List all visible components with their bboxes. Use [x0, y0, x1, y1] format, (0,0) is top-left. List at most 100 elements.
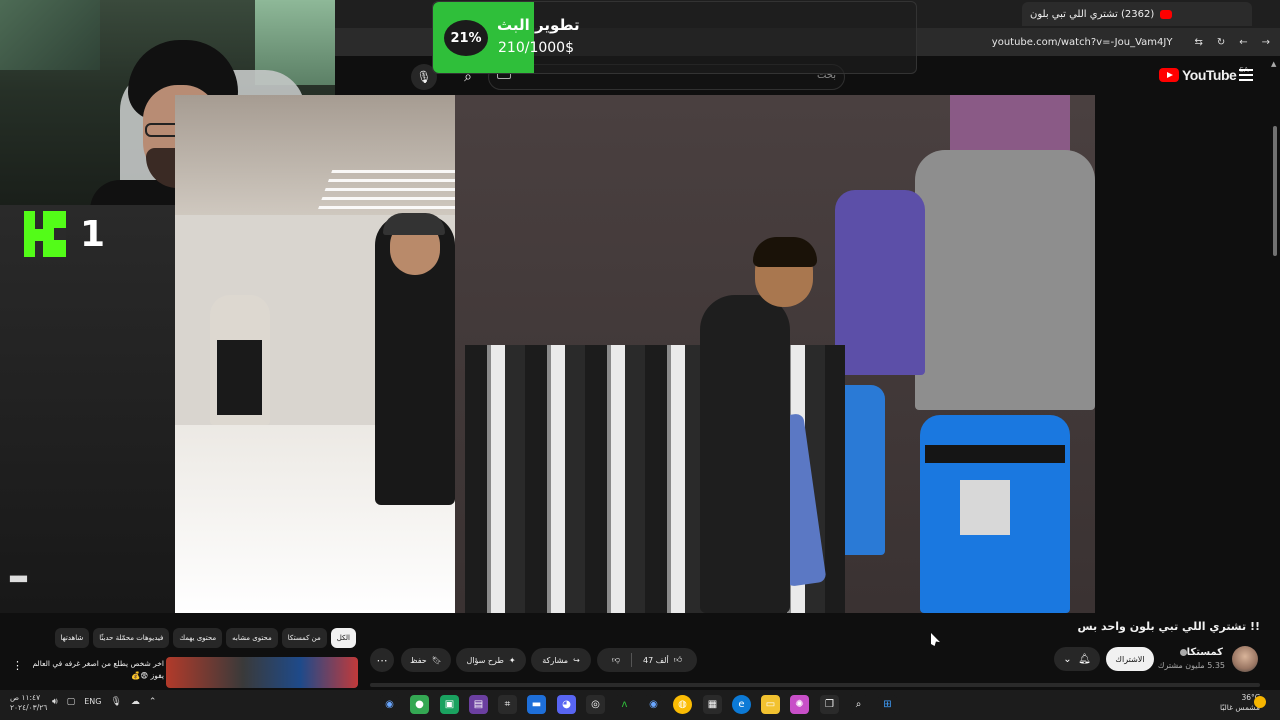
filter-chip[interactable]: شاهدتها [54, 628, 90, 648]
more-actions-button[interactable]: ⋯ [370, 648, 394, 672]
recommended-video-thumbnail[interactable] [166, 657, 358, 688]
capcut-icon[interactable]: ⌗ [498, 695, 517, 714]
stream-goal-title: تطوير البث [497, 16, 580, 34]
menu-icon[interactable] [1239, 69, 1253, 81]
media-app-icon[interactable]: ▤ [469, 695, 488, 714]
subscribe-button[interactable]: الاشتراك [1106, 647, 1154, 671]
sun-icon [1254, 696, 1266, 708]
ask-button[interactable]: طرح سؤال ✦ [456, 648, 526, 672]
clock-date: ٢٠٢٤/٠٣/٢٦ [10, 703, 48, 712]
screen: + ✕ ◐ (2362) تشتري اللي تبي بلون youtube… [0, 0, 1280, 720]
sparkle-icon: ✦ [508, 655, 516, 665]
cloud-icon[interactable]: ☁ [131, 697, 140, 707]
page-scrollbar[interactable] [1270, 56, 1280, 696]
copilot-icon[interactable]: ✺ [790, 695, 809, 714]
filter-chip[interactable]: محتوى يهمك [173, 628, 223, 648]
share-icon: ↪ [573, 655, 580, 665]
video-player[interactable] [175, 95, 1095, 613]
input-language[interactable]: ENG [84, 697, 101, 707]
mouse-cursor-icon [931, 633, 940, 646]
background-shopper-legs [217, 340, 262, 415]
channel-name[interactable]: كمستكا [1177, 647, 1223, 658]
like-count[interactable]: 47 ألف [643, 656, 669, 665]
webcam-background [0, 0, 100, 70]
network-icon[interactable]: ▢ [67, 697, 76, 707]
youtube-play-icon [1159, 68, 1179, 82]
kebab-menu-icon[interactable]: ⋮ [12, 659, 23, 672]
stream-goal-amount: 210/1000$ [498, 40, 574, 56]
edge-icon[interactable]: e [732, 695, 751, 714]
subscriber-count: 5.35 مليون مشترك [1157, 661, 1225, 670]
tune-icon[interactable]: ⇆ [1194, 37, 1202, 48]
filter-chip[interactable]: الكل [330, 628, 356, 648]
browser-tab-title: (2362) تشتري اللي تبي بلون [1030, 8, 1155, 20]
file-explorer-icon[interactable]: ▭ [761, 695, 780, 714]
youtube-wordmark: YouTube [1182, 67, 1237, 83]
search-taskbar-icon[interactable]: ⌕ [849, 695, 868, 714]
like-icon[interactable]: 👍︎ [674, 655, 682, 665]
youtube-logo[interactable]: YouTube SA [1159, 66, 1249, 83]
filter-chip[interactable]: من كمستكا [281, 628, 327, 648]
video-title: !! تشتري اللي تبي بلون واحد بس [1077, 620, 1261, 633]
forward-icon[interactable]: → [1262, 37, 1270, 48]
save-button[interactable]: حفظ 🔖︎ [401, 648, 451, 672]
filter-chip[interactable]: محتوى مشابه [226, 628, 278, 648]
clock-time: ١١:٤٧ ص [10, 693, 41, 702]
obs-icon[interactable]: ◎ [586, 695, 605, 714]
shirt-stripe [925, 445, 1065, 463]
verified-icon [1179, 648, 1187, 656]
shirt-print [960, 480, 1010, 535]
steam-2-icon[interactable]: ◉ [644, 695, 663, 714]
share-button[interactable]: مشاركة ↪ [531, 648, 591, 672]
scrollbar-thumb[interactable] [1273, 126, 1277, 256]
back-icon[interactable]: ← [1239, 37, 1247, 48]
channel-avatar[interactable] [1232, 646, 1258, 672]
discord-icon[interactable]: ◕ [557, 695, 576, 714]
windows-taskbar: ◉ ● ▣ ▤ ⌗ ▬ ◕ ◎ ʌ ◉ ◍ ▦ e ▭ ✺ ❐ ⌕ ⊞ [0, 690, 1280, 720]
reload-icon[interactable]: ↻ [1217, 37, 1225, 48]
stream-goal-widget: 21% تطوير البث 210/1000$ [432, 1, 917, 74]
store-icon[interactable]: ▦ [703, 695, 722, 714]
stream-side-panel [0, 205, 175, 613]
url-text[interactable]: youtube.com/watch?v=-Jou_Vam4JY [992, 37, 1173, 48]
microphone-icon[interactable]: 🎙︎ [110, 697, 121, 707]
volume-icon[interactable]: 🔊︎ [52, 697, 58, 707]
recommendation-filter-chips: الكل من كمستكا محتوى مشابه محتوى يهمك فيديوه… [26, 628, 356, 648]
steam-icon[interactable]: ◉ [380, 695, 399, 714]
sunglasses-icon: ▀▀ [10, 576, 27, 589]
channel-name-text[interactable]: كمستكا [1187, 647, 1223, 658]
notification-bell-button[interactable]: ⌄ 🔔︎ [1054, 647, 1100, 671]
task-view-icon[interactable]: ❐ [820, 695, 839, 714]
chrome-icon[interactable]: ◍ [673, 695, 692, 714]
like-dislike-group: 👎︎ 47 ألف 👍︎ [597, 648, 697, 672]
kick-app-icon[interactable]: ʌ [615, 695, 634, 714]
boy-hair [753, 237, 817, 267]
dislike-icon[interactable]: 👎︎ [612, 655, 620, 665]
browser-tab[interactable]: (2362) تشتري اللي تبي بلون [1022, 2, 1252, 26]
chrome-profile-icon[interactable]: ● [410, 695, 429, 714]
bell-icon: 🔔︎ [1078, 653, 1091, 665]
kick-viewer-count: 1 [80, 214, 106, 255]
grey-tshirt [915, 150, 1095, 410]
system-tray: 🔊︎ ▢ ENG 🎙︎ ☁ ⌃ [52, 697, 156, 707]
save-label: حفظ [410, 655, 427, 665]
ask-label: طرح سؤال [466, 655, 504, 665]
folder-app-icon[interactable]: ▬ [527, 695, 546, 714]
recommended-video[interactable]: اخر شخص يطلع من اصغر غرفه في العالم يفوز… [12, 655, 358, 688]
tray-overflow-icon[interactable]: ⌃ [149, 697, 157, 707]
windows-start-icon[interactable]: ⊞ [878, 695, 897, 714]
purple-tshirt [835, 190, 925, 375]
app-icon[interactable]: ▣ [440, 695, 459, 714]
boy-shopping [700, 295, 790, 613]
filter-chip[interactable]: فيديوهات محمّلة حديثًا [93, 628, 170, 648]
chevron-down-icon: ⌄ [1063, 653, 1072, 665]
stream-goal-percent: 21% [444, 20, 488, 56]
scroll-up-icon[interactable]: ▲ [1271, 60, 1276, 68]
share-label: مشاركة [542, 655, 569, 665]
bookmark-icon: 🔖︎ [431, 655, 442, 665]
taskbar-clock[interactable]: ١١:٤٧ ص ٢٠٢٤/٠٣/٢٦ [10, 693, 47, 713]
kick-logo-notch [54, 228, 66, 240]
recommended-video-title[interactable]: اخر شخص يطلع من اصغر غرفه في العالم يفوز… [32, 658, 164, 682]
horizontal-scrollbar[interactable] [370, 683, 1260, 687]
ceiling-lights [317, 170, 473, 210]
